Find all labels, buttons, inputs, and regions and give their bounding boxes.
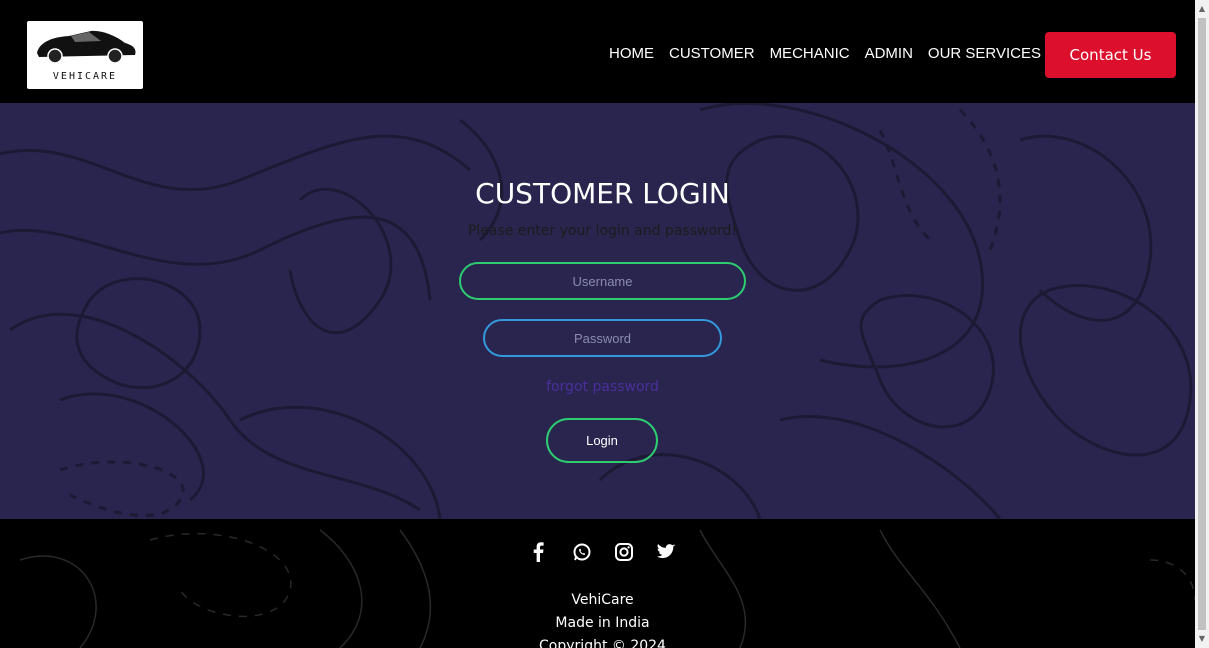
forgot-password-link[interactable]: forgot password bbox=[0, 379, 1195, 395]
footer-copyright: Copyright © 2024 bbox=[539, 638, 666, 648]
nav-customer[interactable]: CUSTOMER bbox=[669, 45, 755, 62]
facebook-icon[interactable] bbox=[530, 542, 546, 562]
page: VEHICARE HOME CUSTOMER MECHANIC ADMIN OU… bbox=[0, 0, 1195, 648]
login-section: CUSTOMER LOGIN Please enter your login a… bbox=[0, 103, 1195, 519]
nav-mechanic[interactable]: MECHANIC bbox=[770, 45, 850, 62]
main-nav: HOME CUSTOMER MECHANIC ADMIN OUR SERVICE… bbox=[609, 45, 1056, 62]
nav-home[interactable]: HOME bbox=[609, 45, 654, 62]
car-logo-icon bbox=[37, 30, 136, 64]
nav-admin[interactable]: ADMIN bbox=[865, 45, 913, 62]
social-links bbox=[530, 542, 698, 562]
instagram-icon[interactable] bbox=[614, 542, 633, 562]
scrollbar-thumb[interactable] bbox=[1198, 18, 1206, 630]
password-input[interactable] bbox=[483, 319, 722, 357]
whatsapp-icon[interactable] bbox=[572, 542, 591, 562]
page-title: CUSTOMER LOGIN bbox=[475, 177, 730, 210]
footer-brand: VehiCare bbox=[571, 592, 634, 608]
twitter-icon[interactable] bbox=[656, 542, 676, 562]
header: VEHICARE HOME CUSTOMER MECHANIC ADMIN OU… bbox=[0, 0, 1195, 103]
login-subtitle: Please enter your login and password! bbox=[467, 223, 738, 239]
footer: VehiCare Made in India Copyright © 2024 bbox=[0, 519, 1195, 648]
login-button[interactable]: Login bbox=[546, 418, 658, 463]
logo[interactable]: VEHICARE bbox=[27, 21, 143, 89]
footer-origin: Made in India bbox=[555, 615, 650, 631]
logo-text: VEHICARE bbox=[52, 71, 118, 82]
scroll-up-icon[interactable]: ▲ bbox=[1195, 2, 1209, 16]
scroll-down-icon[interactable]: ▼ bbox=[1195, 632, 1209, 646]
nav-our-services[interactable]: OUR SERVICES bbox=[928, 45, 1041, 62]
vertical-scrollbar[interactable]: ▲ ▼ bbox=[1195, 0, 1209, 648]
contact-us-button[interactable]: Contact Us bbox=[1045, 32, 1176, 78]
username-input[interactable] bbox=[459, 262, 746, 300]
